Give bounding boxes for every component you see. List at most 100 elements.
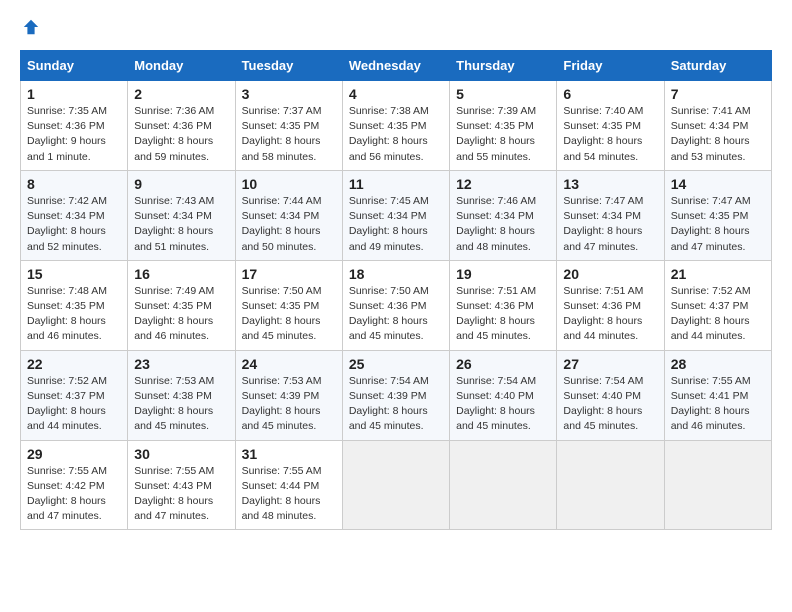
day-info: Sunrise: 7:55 AMSunset: 4:44 PMDaylight:…: [242, 465, 322, 523]
calendar-cell: 28 Sunrise: 7:55 AMSunset: 4:41 PMDayligh…: [664, 350, 771, 440]
calendar-cell: 7Sunrise: 7:41 AMSunset: 4:34 PMDaylight…: [664, 81, 771, 171]
calendar-cell: 23 Sunrise: 7:53 AMSunset: 4:38 PMDayligh…: [128, 350, 235, 440]
day-number: 18: [349, 266, 443, 282]
calendar-cell: 10 Sunrise: 7:44 AMSunset: 4:34 PMDayligh…: [235, 170, 342, 260]
day-info: Sunrise: 7:51 AMSunset: 4:36 PMDaylight:…: [456, 285, 536, 343]
weekday-header-tuesday: Tuesday: [235, 51, 342, 81]
calendar-cell: 4Sunrise: 7:38 AMSunset: 4:35 PMDaylight…: [342, 81, 449, 171]
day-info: Sunrise: 7:40 AMSunset: 4:35 PMDaylight:…: [563, 105, 643, 163]
calendar-cell: 30 Sunrise: 7:55 AMSunset: 4:43 PMDayligh…: [128, 440, 235, 530]
page-header: [20, 20, 772, 34]
calendar-week-4: 22 Sunrise: 7:52 AMSunset: 4:37 PMDayligh…: [21, 350, 772, 440]
weekday-header-monday: Monday: [128, 51, 235, 81]
day-info: Sunrise: 7:55 AMSunset: 4:43 PMDaylight:…: [134, 465, 214, 523]
day-number: 28: [671, 356, 765, 372]
calendar-table: SundayMondayTuesdayWednesdayThursdayFrid…: [20, 50, 772, 530]
weekday-header-friday: Friday: [557, 51, 664, 81]
day-info: Sunrise: 7:54 AMSunset: 4:39 PMDaylight:…: [349, 375, 429, 433]
calendar-cell: 14Sunrise: 7:47 AMSunset: 4:35 PMDayligh…: [664, 170, 771, 260]
weekday-header-sunday: Sunday: [21, 51, 128, 81]
calendar-cell: 25 Sunrise: 7:54 AMSunset: 4:39 PMDayligh…: [342, 350, 449, 440]
day-info: Sunrise: 7:37 AMSunset: 4:35 PMDaylight:…: [242, 105, 322, 163]
day-info: Sunrise: 7:42 AMSunset: 4:34 PMDaylight:…: [27, 195, 107, 253]
calendar-cell: [557, 440, 664, 530]
day-info: Sunrise: 7:53 AMSunset: 4:39 PMDaylight:…: [242, 375, 322, 433]
calendar-week-3: 15Sunrise: 7:48 AMSunset: 4:35 PMDayligh…: [21, 260, 772, 350]
day-number: 1: [27, 86, 121, 102]
day-info: Sunrise: 7:45 AMSunset: 4:34 PMDaylight:…: [349, 195, 429, 253]
day-info: Sunrise: 7:51 AMSunset: 4:36 PMDaylight:…: [563, 285, 643, 343]
day-info: Sunrise: 7:52 AMSunset: 4:37 PMDaylight:…: [671, 285, 751, 343]
calendar-cell: 21 Sunrise: 7:52 AMSunset: 4:37 PMDayligh…: [664, 260, 771, 350]
day-number: 3: [242, 86, 336, 102]
day-number: 25: [349, 356, 443, 372]
calendar-body: 1 Sunrise: 7:35 AMSunset: 4:36 PMDaylight…: [21, 81, 772, 530]
day-number: 23: [134, 356, 228, 372]
day-number: 8: [27, 176, 121, 192]
day-number: 7: [671, 86, 765, 102]
calendar-cell: 17 Sunrise: 7:50 AMSunset: 4:35 PMDayligh…: [235, 260, 342, 350]
day-info: Sunrise: 7:43 AMSunset: 4:34 PMDaylight:…: [134, 195, 214, 253]
calendar-cell: 20 Sunrise: 7:51 AMSunset: 4:36 PMDayligh…: [557, 260, 664, 350]
day-info: Sunrise: 7:53 AMSunset: 4:38 PMDaylight:…: [134, 375, 214, 433]
calendar-week-5: 29 Sunrise: 7:55 AMSunset: 4:42 PMDayligh…: [21, 440, 772, 530]
calendar-cell: 22 Sunrise: 7:52 AMSunset: 4:37 PMDayligh…: [21, 350, 128, 440]
day-info: Sunrise: 7:47 AMSunset: 4:35 PMDaylight:…: [671, 195, 751, 253]
day-number: 20: [563, 266, 657, 282]
calendar-cell: 18 Sunrise: 7:50 AMSunset: 4:36 PMDayligh…: [342, 260, 449, 350]
day-number: 10: [242, 176, 336, 192]
calendar-header-row: SundayMondayTuesdayWednesdayThursdayFrid…: [21, 51, 772, 81]
calendar-cell: 19 Sunrise: 7:51 AMSunset: 4:36 PMDayligh…: [450, 260, 557, 350]
calendar-cell: 3 Sunrise: 7:37 AMSunset: 4:35 PMDaylight…: [235, 81, 342, 171]
day-info: Sunrise: 7:46 AMSunset: 4:34 PMDaylight:…: [456, 195, 536, 253]
calendar-cell: 9 Sunrise: 7:43 AMSunset: 4:34 PMDaylight…: [128, 170, 235, 260]
calendar-cell: 5 Sunrise: 7:39 AMSunset: 4:35 PMDaylight…: [450, 81, 557, 171]
calendar-week-2: 8 Sunrise: 7:42 AMSunset: 4:34 PMDaylight…: [21, 170, 772, 260]
day-info: Sunrise: 7:35 AMSunset: 4:36 PMDaylight:…: [27, 105, 107, 163]
calendar-cell: [450, 440, 557, 530]
calendar-cell: 12 Sunrise: 7:46 AMSunset: 4:34 PMDayligh…: [450, 170, 557, 260]
calendar-cell: [342, 440, 449, 530]
day-info: Sunrise: 7:50 AMSunset: 4:36 PMDaylight:…: [349, 285, 429, 343]
day-info: Sunrise: 7:50 AMSunset: 4:35 PMDaylight:…: [242, 285, 322, 343]
day-number: 16: [134, 266, 228, 282]
day-number: 6: [563, 86, 657, 102]
day-info: Sunrise: 7:55 AMSunset: 4:41 PMDaylight:…: [671, 375, 751, 433]
day-number: 22: [27, 356, 121, 372]
day-info: Sunrise: 7:47 AMSunset: 4:34 PMDaylight:…: [563, 195, 643, 253]
day-number: 26: [456, 356, 550, 372]
day-number: 13: [563, 176, 657, 192]
calendar-cell: 31Sunrise: 7:55 AMSunset: 4:44 PMDayligh…: [235, 440, 342, 530]
day-number: 9: [134, 176, 228, 192]
weekday-header-wednesday: Wednesday: [342, 51, 449, 81]
day-number: 17: [242, 266, 336, 282]
calendar-cell: [664, 440, 771, 530]
day-info: Sunrise: 7:48 AMSunset: 4:35 PMDaylight:…: [27, 285, 107, 343]
day-info: Sunrise: 7:44 AMSunset: 4:34 PMDaylight:…: [242, 195, 322, 253]
day-number: 29: [27, 446, 121, 462]
day-number: 30: [134, 446, 228, 462]
calendar-cell: 8 Sunrise: 7:42 AMSunset: 4:34 PMDaylight…: [21, 170, 128, 260]
day-info: Sunrise: 7:55 AMSunset: 4:42 PMDaylight:…: [27, 465, 107, 523]
day-info: Sunrise: 7:54 AMSunset: 4:40 PMDaylight:…: [456, 375, 536, 433]
calendar-cell: 2 Sunrise: 7:36 AMSunset: 4:36 PMDaylight…: [128, 81, 235, 171]
day-info: Sunrise: 7:38 AMSunset: 4:35 PMDaylight:…: [349, 105, 429, 163]
day-info: Sunrise: 7:39 AMSunset: 4:35 PMDaylight:…: [456, 105, 536, 163]
day-number: 5: [456, 86, 550, 102]
logo-icon: [22, 18, 40, 36]
calendar-cell: 27Sunrise: 7:54 AMSunset: 4:40 PMDayligh…: [557, 350, 664, 440]
calendar-cell: 26 Sunrise: 7:54 AMSunset: 4:40 PMDayligh…: [450, 350, 557, 440]
day-number: 2: [134, 86, 228, 102]
calendar-week-1: 1 Sunrise: 7:35 AMSunset: 4:36 PMDaylight…: [21, 81, 772, 171]
weekday-header-saturday: Saturday: [664, 51, 771, 81]
day-number: 12: [456, 176, 550, 192]
day-info: Sunrise: 7:36 AMSunset: 4:36 PMDaylight:…: [134, 105, 214, 163]
day-number: 27: [563, 356, 657, 372]
day-number: 24: [242, 356, 336, 372]
day-number: 19: [456, 266, 550, 282]
calendar-cell: 16Sunrise: 7:49 AMSunset: 4:35 PMDayligh…: [128, 260, 235, 350]
day-info: Sunrise: 7:52 AMSunset: 4:37 PMDaylight:…: [27, 375, 107, 433]
calendar-cell: 11Sunrise: 7:45 AMSunset: 4:34 PMDayligh…: [342, 170, 449, 260]
day-number: 21: [671, 266, 765, 282]
calendar-cell: 15Sunrise: 7:48 AMSunset: 4:35 PMDayligh…: [21, 260, 128, 350]
